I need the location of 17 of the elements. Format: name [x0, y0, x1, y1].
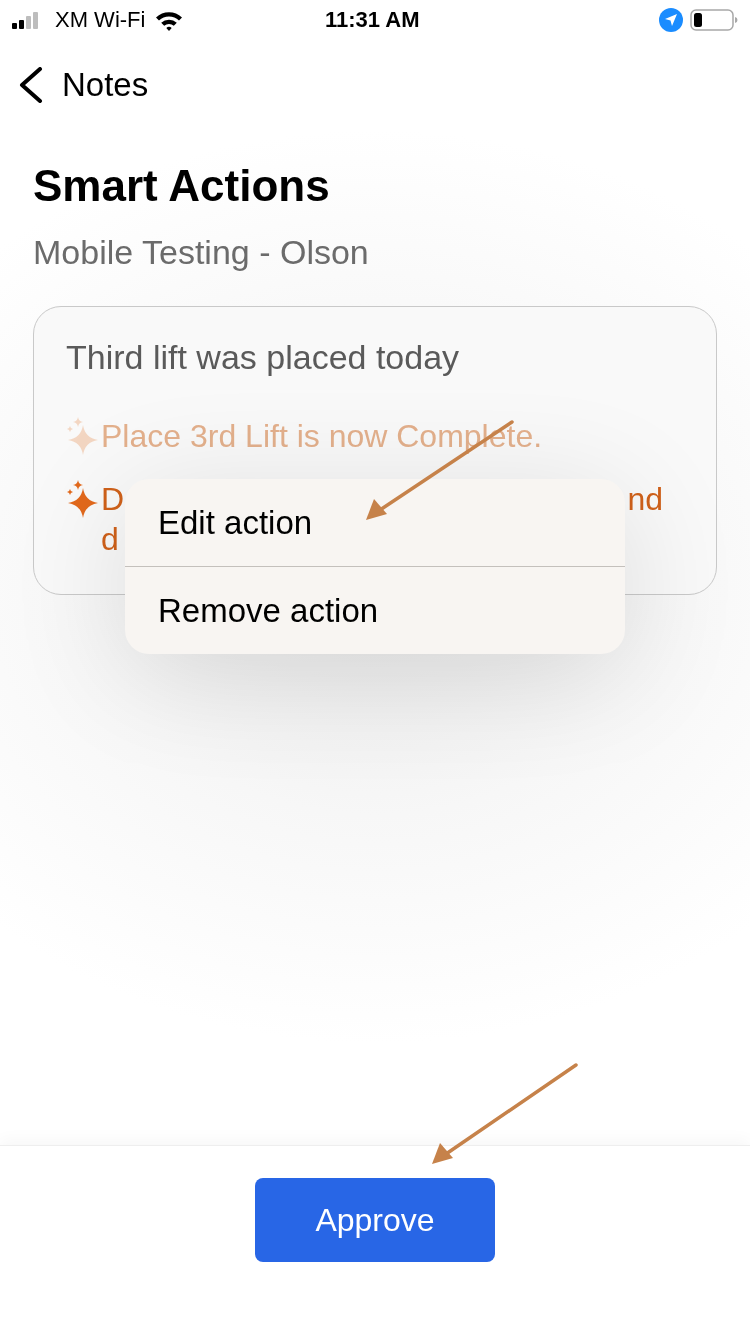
back-button[interactable]: Notes — [18, 65, 149, 105]
battery-icon — [690, 9, 738, 31]
location-icon — [659, 8, 683, 32]
note-text: Third lift was placed today — [66, 337, 460, 377]
menu-item[interactable]: Edit action — [125, 479, 625, 566]
wifi-icon — [155, 9, 184, 31]
action-text: d — [101, 520, 119, 559]
menu-item[interactable]: Remove action — [125, 567, 625, 654]
approve-button[interactable]: Approve — [255, 1178, 495, 1262]
back-chevron-icon — [18, 67, 43, 103]
carrier-label: XM Wi-Fi — [55, 9, 146, 31]
signal-icon — [12, 11, 39, 29]
clock-time: 11:31 AM — [325, 8, 420, 32]
page-subtitle: Mobile Testing - Olson — [33, 232, 369, 272]
action-text: D — [101, 480, 125, 519]
action-text: nd — [627, 480, 663, 519]
page-title: Smart Actions — [33, 160, 330, 212]
